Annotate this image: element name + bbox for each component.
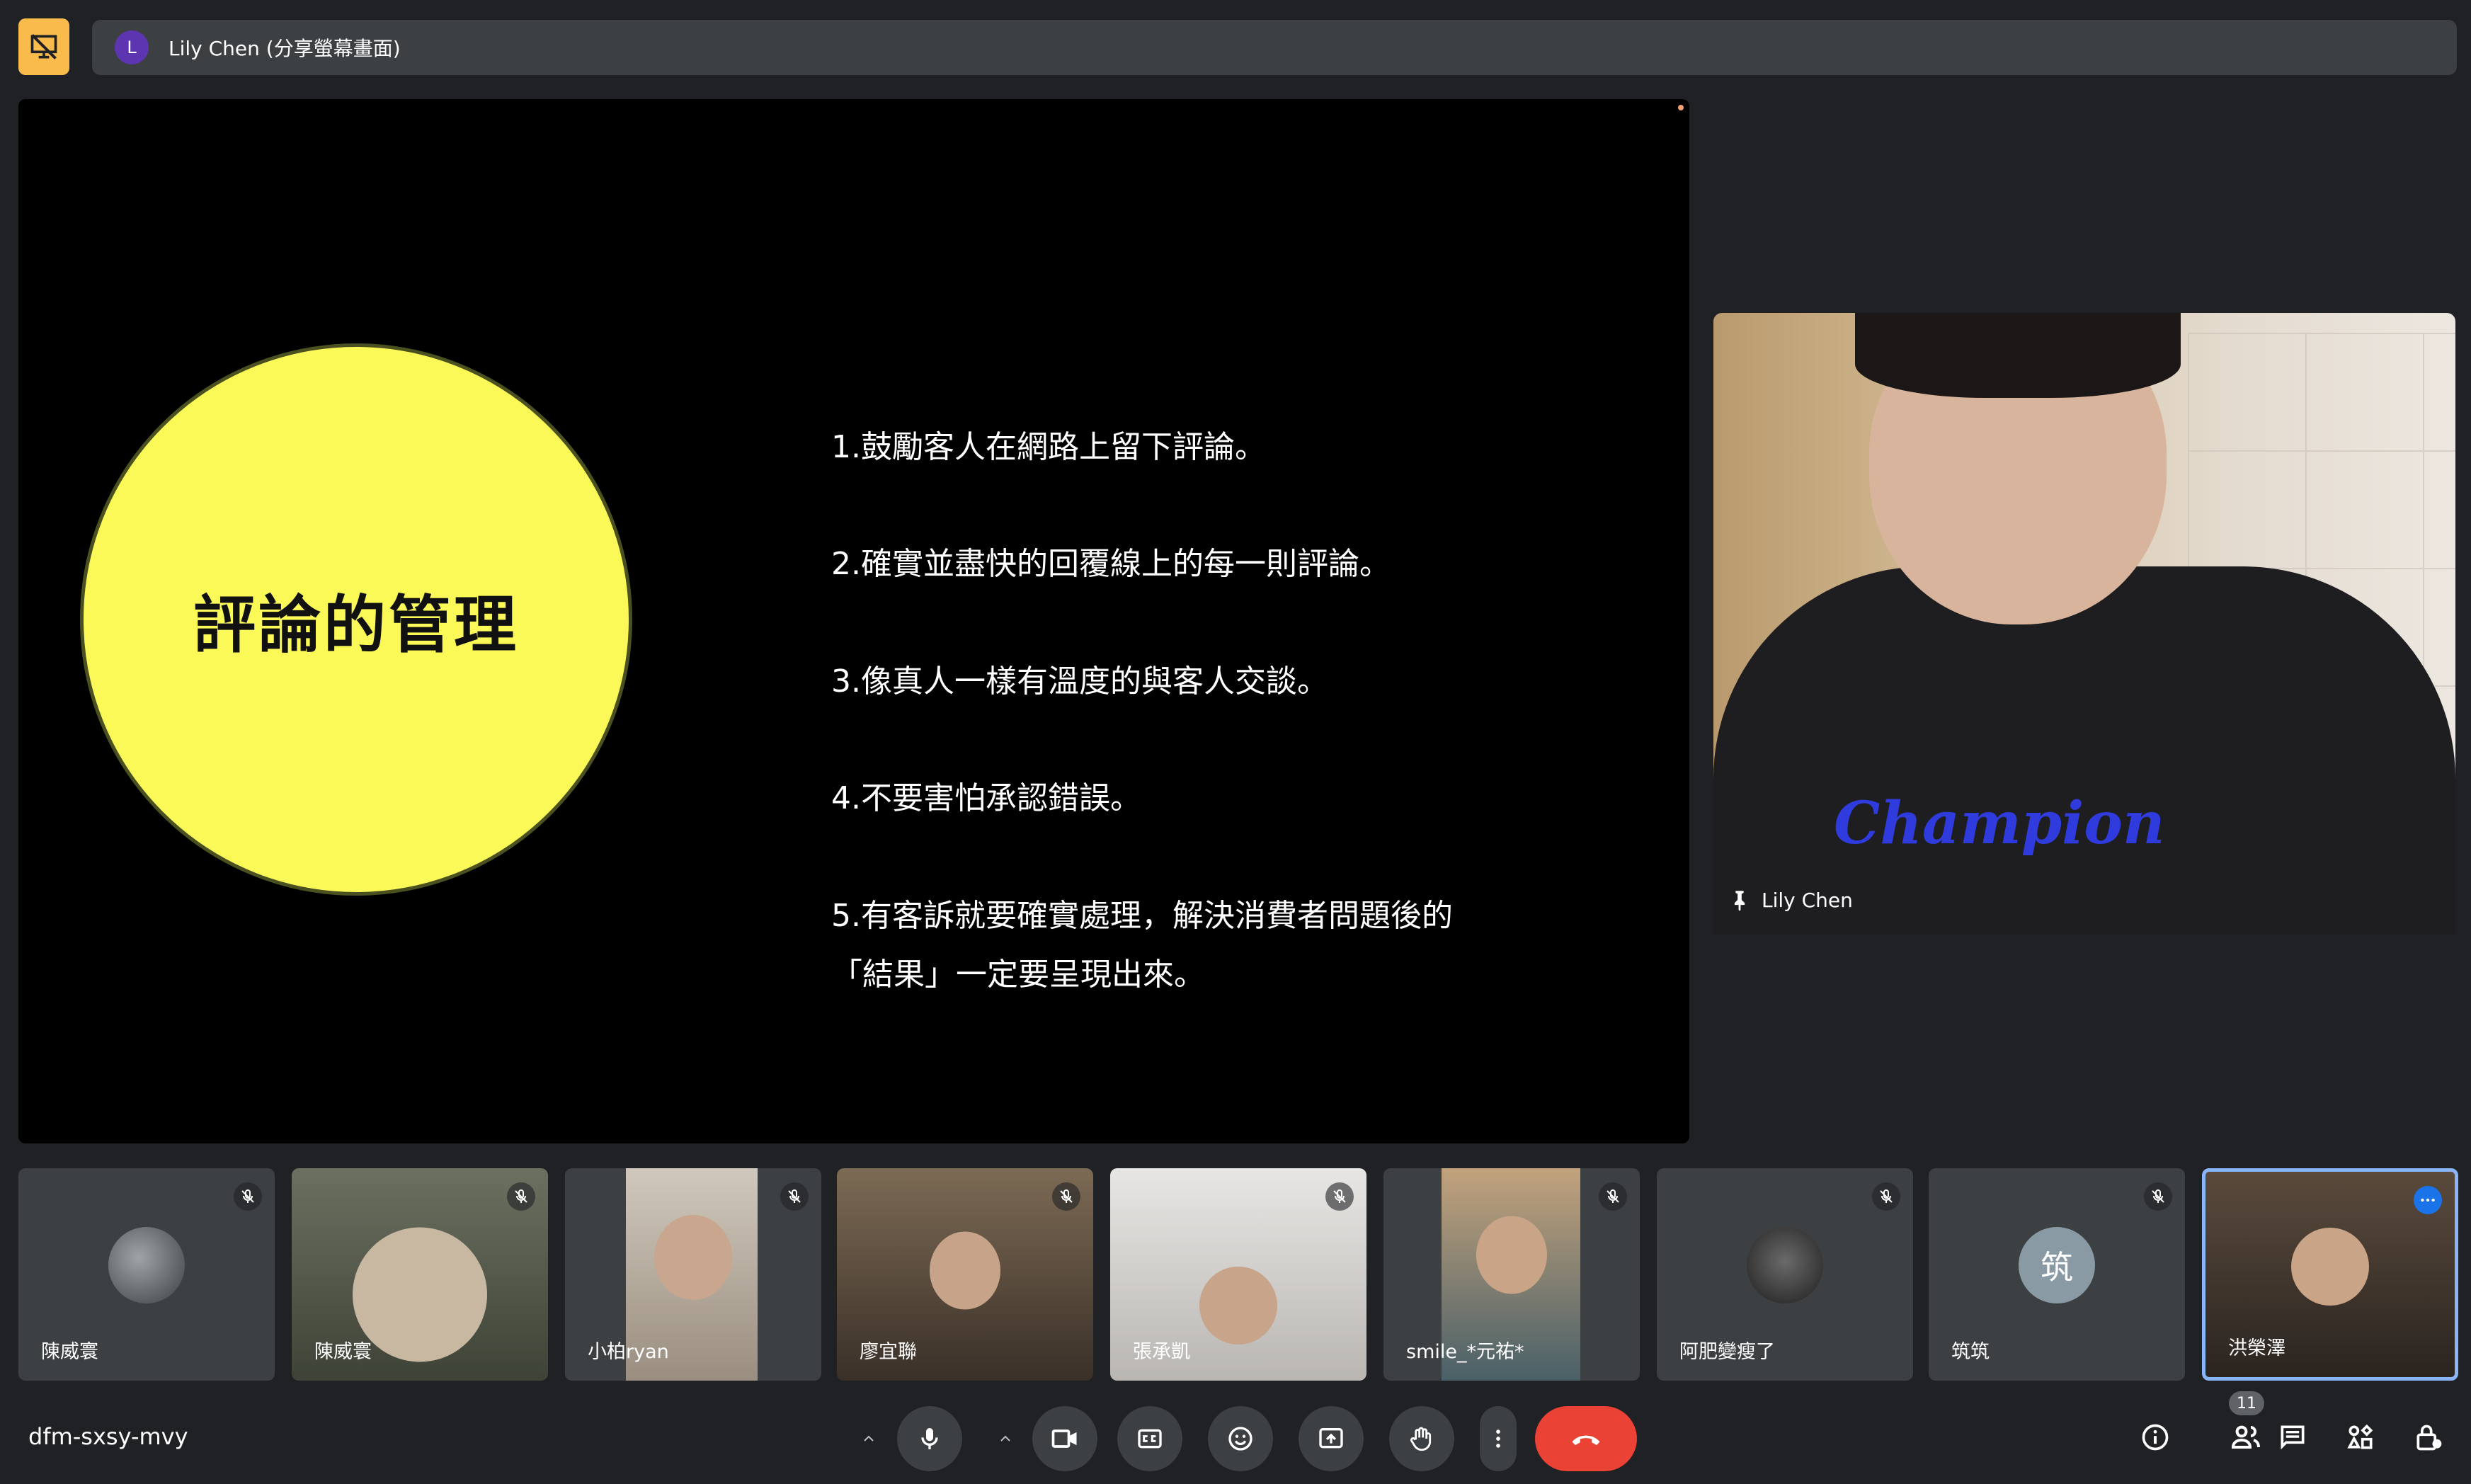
info-icon [2142, 1424, 2169, 1451]
reactions-button[interactable] [1208, 1406, 1273, 1471]
participant-tile[interactable]: 筑 筑筑 [1929, 1168, 2185, 1381]
participant-tile[interactable]: 阿肥變瘦了 [1657, 1168, 1913, 1381]
more-options-icon[interactable] [2414, 1186, 2442, 1214]
video-face [1476, 1216, 1547, 1294]
pin-icon[interactable] [1728, 888, 1752, 912]
shirt-logo: Champion [1834, 789, 2165, 857]
closed-captions-icon [1138, 1429, 1162, 1449]
people-button[interactable] [2223, 1415, 2269, 1460]
participant-tile[interactable]: smile_*元祐* [1383, 1168, 1640, 1381]
participant-name: 洪榮澤 [2228, 1337, 2285, 1359]
presenter-avatar: L [115, 30, 149, 64]
camera-button[interactable] [1032, 1406, 1097, 1471]
presenter-label: Lily Chen (分享螢幕畫面) [169, 37, 401, 60]
video-options-caret[interactable] [983, 1406, 1028, 1471]
pinned-label: Lily Chen [1728, 888, 1853, 912]
slide-title-circle: 評論的管理 [80, 343, 632, 896]
meeting-code: dfm-sxsy-mvy [28, 1423, 188, 1450]
videocam-icon [1051, 1429, 1077, 1448]
participant-tile[interactable]: 陳威寰 [18, 1168, 275, 1381]
avatar-initial: 筑 [2019, 1227, 2095, 1304]
participant-name: 陳威寰 [314, 1341, 372, 1363]
slide-title: 評論的管理 [193, 588, 519, 661]
participant-name: 陳威寰 [41, 1341, 98, 1363]
mic-off-icon [780, 1182, 809, 1211]
mic-off-icon [2144, 1182, 2172, 1211]
video-face [1199, 1267, 1277, 1345]
mic-off-icon [507, 1182, 535, 1211]
chat-icon [2281, 1425, 2305, 1450]
activities-icon [2347, 1424, 2373, 1449]
emoji-icon [1228, 1427, 1252, 1451]
more-options-button[interactable] [1480, 1406, 1517, 1471]
slide-point-5a: 5.有客訴就要確實處理，解決消費者問題後的 [831, 898, 1453, 934]
captions-button[interactable] [1117, 1406, 1182, 1471]
call-end-icon [1572, 1435, 1600, 1446]
participant-hair [1855, 313, 2181, 398]
people-icon [2231, 1425, 2260, 1449]
chevron-up-icon [1000, 1435, 1010, 1442]
participant-tile[interactable]: 小柏ryan [565, 1168, 821, 1381]
video-face [930, 1231, 1000, 1310]
video-face [2291, 1228, 2369, 1306]
host-controls-button[interactable] [2406, 1415, 2451, 1460]
mic-off-icon [1872, 1182, 1900, 1211]
participant-tile[interactable]: 廖宜聯 [837, 1168, 1093, 1381]
mic-off-icon [1325, 1182, 1354, 1211]
mic-icon [921, 1428, 938, 1449]
mic-off-icon [1052, 1182, 1080, 1211]
microphone-button[interactable] [897, 1406, 962, 1471]
participant-name: 小柏ryan [588, 1341, 669, 1363]
raise-hand-button[interactable] [1389, 1406, 1454, 1471]
present-to-all-icon [1319, 1428, 1343, 1449]
slide-point-3: 3.像真人一樣有溫度的與客人交談。 [831, 663, 1328, 700]
video-face [353, 1227, 487, 1362]
slide-point-2: 2.確實並盡快的回覆線上的每一則評論。 [831, 546, 1391, 582]
screen-share-off-icon [30, 34, 57, 59]
participant-tile[interactable]: 張承凱 [1110, 1168, 1366, 1381]
present-button[interactable] [1299, 1406, 1364, 1471]
participant-name: 廖宜聯 [860, 1341, 917, 1363]
lock-person-icon [2416, 1425, 2442, 1451]
participant-name: 阿肥變瘦了 [1679, 1341, 1775, 1363]
participant-tile-active[interactable]: 洪榮澤 [2202, 1168, 2458, 1381]
hand-icon [1410, 1427, 1432, 1451]
avatar [1747, 1227, 1823, 1304]
presenter-bar: L Lily Chen (分享螢幕畫面) [92, 20, 2457, 75]
participant-tile[interactable]: 陳威寰 [292, 1168, 548, 1381]
activities-button[interactable] [2338, 1415, 2383, 1460]
leave-call-button[interactable] [1535, 1406, 1637, 1471]
participant-name: 筑筑 [1951, 1341, 1990, 1363]
slide-point-5b: 「結果」一定要呈現出來。 [831, 957, 1205, 993]
mic-off-icon [234, 1182, 262, 1211]
participant-name: smile_*元祐* [1406, 1341, 1524, 1363]
stop-presenting-indicator[interactable] [18, 18, 69, 75]
more-vert-icon [1496, 1429, 1500, 1448]
participant-name: 張承凱 [1133, 1341, 1190, 1363]
slide-indicator-dot [1678, 105, 1684, 110]
video-face [654, 1215, 732, 1300]
avatar [108, 1227, 185, 1304]
slide-point-1: 1.鼓勵客人在網路上留下評論。 [831, 429, 1266, 465]
slide-point-4: 4.不要害怕承認錯誤。 [831, 780, 1141, 816]
mic-off-icon [1599, 1182, 1627, 1211]
participant-count-badge: 11 [2229, 1391, 2264, 1415]
audio-options-caret[interactable] [846, 1406, 891, 1471]
participant-body [1713, 566, 2455, 935]
pinned-name: Lily Chen [1762, 888, 1853, 912]
meeting-details-button[interactable] [2133, 1415, 2178, 1460]
shared-screen: 評論的管理 1.鼓勵客人在網路上留下評論。 2.確實並盡快的回覆線上的每一則評論… [18, 99, 1689, 1143]
chat-button[interactable] [2270, 1415, 2315, 1460]
chevron-up-icon [864, 1435, 874, 1442]
